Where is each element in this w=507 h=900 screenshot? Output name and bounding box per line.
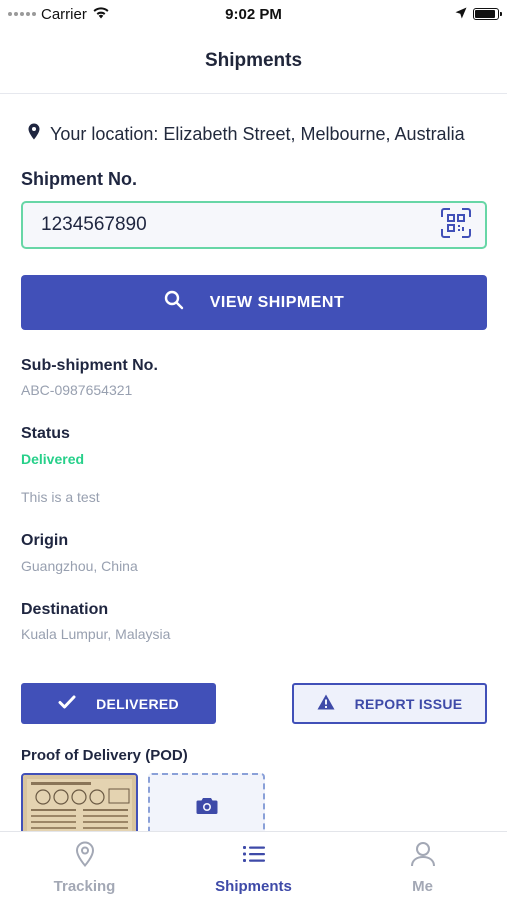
- location-text: Your location: Elizabeth Street, Melbour…: [50, 123, 465, 144]
- checkmark-icon: [58, 695, 76, 712]
- shipment-number-label: Shipment No.: [21, 169, 137, 189]
- pod-document-image: [23, 775, 136, 831]
- search-icon: [164, 290, 184, 315]
- destination-label: Destination: [21, 601, 109, 618]
- page-title: Shipments: [204, 49, 303, 71]
- tab-tracking-label: Tracking: [53, 878, 116, 895]
- camera-icon: [196, 797, 218, 820]
- battery-icon: [473, 8, 502, 20]
- tab-shipments[interactable]: Shipments: [169, 832, 338, 900]
- status-value: Delivered: [21, 451, 85, 467]
- status-bar: Carrier 9:02 PM: [0, 0, 507, 28]
- tab-me[interactable]: Me: [338, 832, 507, 900]
- add-pod-photo-button[interactable]: [148, 773, 265, 831]
- delivered-label: DELIVERED: [96, 695, 179, 712]
- user-icon: [410, 841, 436, 872]
- sub-shipment-value: ABC-0987654321: [21, 382, 133, 398]
- tab-bar: Tracking Shipments Me: [0, 831, 507, 900]
- origin-label: Origin: [21, 532, 69, 549]
- location-arrow-icon: [455, 6, 467, 23]
- list-icon: [241, 841, 267, 872]
- signal-icon: [8, 12, 36, 16]
- nav-header: Shipments: [0, 28, 507, 94]
- map-pin-icon: [28, 123, 40, 145]
- origin-value: Guangzhou, China: [21, 558, 138, 574]
- delivered-button[interactable]: DELIVERED: [21, 683, 216, 724]
- qr-code-icon: [441, 207, 471, 243]
- current-location: Your location: Elizabeth Street, Melbour…: [28, 123, 465, 145]
- pod-label: Proof of Delivery (POD): [21, 747, 188, 764]
- view-shipment-label: VIEW SHIPMENT: [209, 293, 345, 311]
- tab-me-label: Me: [412, 878, 433, 895]
- wifi-icon: [92, 6, 110, 23]
- shipment-content[interactable]: Your location: Elizabeth Street, Melbour…: [0, 95, 507, 831]
- pod-photo-thumbnail[interactable]: [21, 773, 138, 831]
- report-issue-label: REPORT ISSUE: [354, 695, 463, 712]
- shipment-note: This is a test: [21, 489, 100, 505]
- tab-tracking[interactable]: Tracking: [0, 832, 169, 900]
- map-pin-icon: [75, 841, 95, 872]
- report-issue-button[interactable]: REPORT ISSUE: [292, 683, 487, 724]
- status-right: [455, 6, 502, 23]
- warning-icon: [317, 694, 335, 713]
- view-shipment-button[interactable]: VIEW SHIPMENT: [21, 275, 487, 330]
- shipment-number-field[interactable]: [21, 201, 487, 249]
- tab-shipments-label: Shipments: [215, 878, 292, 895]
- status-left: Carrier: [8, 6, 110, 23]
- carrier-name: Carrier: [41, 5, 87, 23]
- sub-shipment-label: Sub-shipment No.: [21, 357, 158, 374]
- battery-fill: [475, 10, 495, 18]
- status-label: Status: [21, 425, 70, 442]
- destination-value: Kuala Lumpur, Malaysia: [21, 626, 171, 642]
- shipment-number-input[interactable]: [41, 214, 439, 236]
- qr-scan-button[interactable]: [439, 207, 473, 243]
